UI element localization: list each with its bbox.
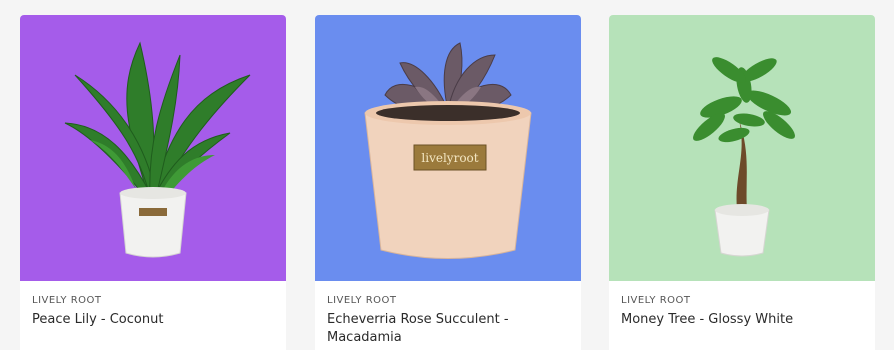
peace-lily-icon xyxy=(20,15,286,281)
product-name[interactable]: Echeverria Rose Succulent - Macadamia xyxy=(327,311,569,347)
product-brand: LIVELY ROOT xyxy=(32,295,102,306)
money-tree-icon xyxy=(609,15,875,281)
echeverria-succulent-icon: livelyroot xyxy=(315,15,581,281)
product-name[interactable]: Peace Lily - Coconut xyxy=(32,311,274,329)
product-card-echeverria[interactable]: livelyroot LIVELY ROOT Echeverria Rose S… xyxy=(315,15,581,350)
product-grid: LIVELY ROOT Peace Lily - Coconut livelyr… xyxy=(0,0,894,350)
product-image-peace-lily[interactable] xyxy=(20,15,286,281)
product-image-money-tree[interactable] xyxy=(609,15,875,281)
product-card-peace-lily[interactable]: LIVELY ROOT Peace Lily - Coconut xyxy=(20,15,286,350)
product-card-money-tree[interactable]: LIVELY ROOT Money Tree - Glossy White xyxy=(609,15,875,350)
product-image-echeverria[interactable]: livelyroot xyxy=(315,15,581,281)
pot-label: livelyroot xyxy=(421,151,478,165)
product-brand: LIVELY ROOT xyxy=(327,295,397,306)
product-brand: LIVELY ROOT xyxy=(621,295,691,306)
product-name[interactable]: Money Tree - Glossy White xyxy=(621,311,863,329)
